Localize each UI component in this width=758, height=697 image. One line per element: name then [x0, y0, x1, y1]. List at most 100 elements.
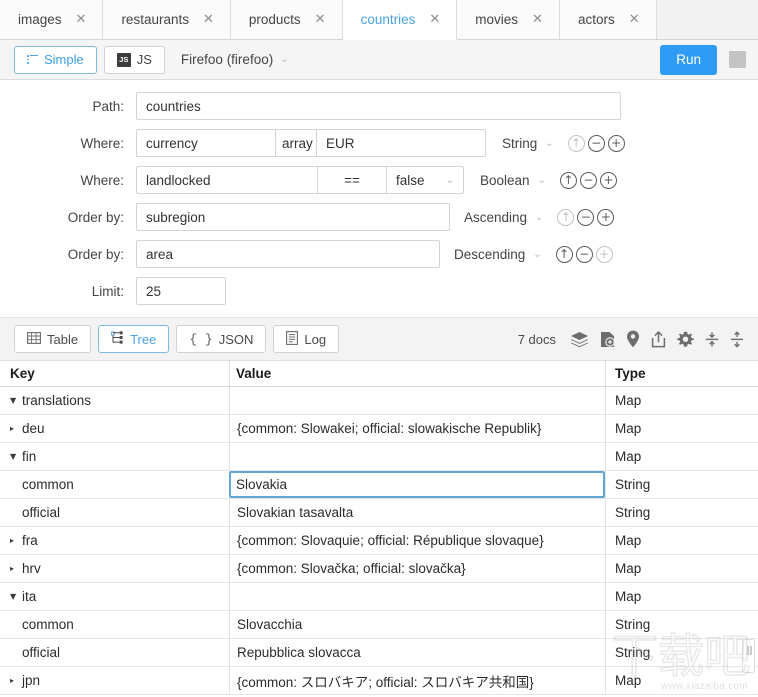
collapse-all-icon[interactable] — [705, 331, 719, 348]
remove-row-button[interactable]: − — [579, 171, 597, 189]
close-icon[interactable]: ✕ — [429, 13, 440, 26]
limit-input[interactable]: 25 — [136, 277, 226, 305]
tree-cell-key[interactable]: ▼ fin — [0, 443, 229, 470]
expand-all-icon[interactable] — [730, 330, 744, 348]
tab-actors[interactable]: actors ✕ — [559, 0, 657, 39]
view-tab-tree[interactable]: Tree — [98, 325, 170, 353]
order-direction-select[interactable]: Ascending ⌄ — [464, 210, 543, 225]
tree-cell-value[interactable]: {common: Slowakei; official: slowakische… — [229, 415, 605, 442]
tab-countries[interactable]: countries ✕ — [342, 0, 458, 40]
view-tab-log[interactable]: Log — [273, 325, 340, 353]
tree-cell-value[interactable]: Slovacchia — [229, 611, 605, 638]
connection-selector[interactable]: Firefoo (firefoo) ⌄ — [181, 52, 289, 67]
remove-row-button[interactable]: − — [587, 134, 605, 152]
chevron-right-icon[interactable]: ▸ — [10, 676, 22, 685]
results-tree-table: Key Value Type ▼ translations Map ▸ deu {comm… — [0, 361, 758, 695]
tree-cell-key[interactable]: common — [0, 471, 229, 498]
tree-cell-key[interactable]: ▸ fra — [0, 527, 229, 554]
add-row-button[interactable]: + — [597, 208, 615, 226]
scrollbar-handle[interactable] — [742, 639, 755, 673]
tab-products[interactable]: products ✕ — [230, 0, 343, 39]
where-value-input[interactable]: EUR — [316, 129, 486, 157]
where-field-input[interactable]: landlocked — [136, 166, 318, 194]
map-pin-icon[interactable] — [626, 330, 640, 348]
tab-images[interactable]: images ✕ — [0, 0, 104, 39]
view-tab-json[interactable]: { } JSON — [176, 325, 267, 353]
move-row-up-button[interactable]: ↑ — [555, 245, 573, 263]
stop-button[interactable] — [729, 51, 746, 68]
chevron-down-icon[interactable]: ▼ — [10, 592, 22, 601]
tree-row[interactable]: ▸ fra {common: Slovaquie; official: Républ… — [0, 527, 758, 555]
tree-cell-key[interactable]: official — [0, 499, 229, 526]
tree-row[interactable]: ▸ hrv {common: Slovačka; official: slovačk… — [0, 555, 758, 583]
mode-js-button[interactable]: JS JS — [103, 45, 165, 74]
move-row-up-button[interactable]: ↑ — [557, 208, 575, 226]
chevron-right-icon[interactable]: ▸ — [10, 424, 22, 433]
tree-row[interactable]: official Slovakian tasavalta String — [0, 499, 758, 527]
add-row-button[interactable]: + — [607, 134, 625, 152]
close-icon[interactable]: ✕ — [315, 13, 326, 26]
tree-cell-key[interactable]: common — [0, 611, 229, 638]
view-tab-table[interactable]: Table — [14, 325, 92, 353]
order-by-input[interactable]: area — [136, 240, 440, 268]
move-row-up-button[interactable]: ↑ — [567, 134, 585, 152]
tree-cell-type: Map — [605, 555, 758, 582]
add-row-button[interactable]: + — [599, 171, 617, 189]
order-by-input[interactable]: subregion — [136, 203, 450, 231]
chevron-right-icon[interactable]: ▸ — [10, 536, 22, 545]
where-field-input[interactable]: currency — [136, 129, 276, 157]
tree-cell-value[interactable]: Slovakia — [229, 471, 605, 498]
close-icon[interactable]: ✕ — [203, 13, 214, 26]
tree-cell-value[interactable] — [229, 387, 605, 414]
tree-cell-value[interactable] — [229, 443, 605, 470]
order-direction-select[interactable]: Descending ⌄ — [454, 247, 542, 262]
where-type-select[interactable]: Boolean ⌄ — [480, 173, 546, 188]
tree-cell-value[interactable] — [229, 583, 605, 610]
tab-restaurants[interactable]: restaurants ✕ — [103, 0, 231, 39]
path-input[interactable]: countries — [136, 92, 621, 120]
tree-cell-key[interactable]: ▼ translations — [0, 387, 229, 414]
close-icon[interactable]: ✕ — [76, 13, 87, 26]
tree-row[interactable]: common Slovacchia String — [0, 611, 758, 639]
move-row-up-button[interactable]: ↑ — [559, 171, 577, 189]
tree-cell-value[interactable]: Slovakian tasavalta — [229, 499, 605, 526]
tree-cell-key[interactable]: ▼ ita — [0, 583, 229, 610]
close-icon[interactable]: ✕ — [532, 13, 543, 26]
remove-row-button[interactable]: − — [575, 245, 593, 263]
view-tab-label: Log — [304, 331, 327, 347]
remove-row-button[interactable]: − — [577, 208, 595, 226]
mode-simple-button[interactable]: Simple — [14, 45, 97, 74]
layers-icon[interactable] — [570, 331, 589, 348]
tree-cell-key[interactable]: official — [0, 639, 229, 666]
where-value-select[interactable]: false ⌄ — [386, 166, 464, 194]
gear-icon[interactable] — [677, 331, 694, 348]
tree-cell-value[interactable]: Repubblica slovacca — [229, 639, 605, 666]
add-row-button[interactable]: + — [595, 245, 613, 263]
tree-row[interactable]: ▼ translations Map — [0, 387, 758, 415]
where-type-select[interactable]: String ⌄ — [502, 136, 554, 151]
run-button[interactable]: Run — [660, 44, 717, 75]
where-operator-select[interactable]: array — [276, 129, 316, 157]
order-direction-label: Descending — [454, 246, 526, 262]
tree-row[interactable]: ▸ jpn {common: スロバキア; official: スロバキア共和国} M… — [0, 667, 758, 695]
tree-cell-value[interactable]: {common: Slovaquie; official: République… — [229, 527, 605, 554]
tree-row[interactable]: official Repubblica slovacca String — [0, 639, 758, 667]
tree-row[interactable]: common Slovakia String — [0, 471, 758, 499]
chevron-down-icon[interactable]: ▼ — [10, 396, 22, 405]
tree-cell-value[interactable]: {common: スロバキア; official: スロバキア共和国} — [229, 667, 605, 694]
tree-cell-key[interactable]: ▸ jpn — [0, 667, 229, 694]
tree-cell-value[interactable]: {common: Slovačka; official: slovačka} — [229, 555, 605, 582]
tree-cell-key[interactable]: ▸ hrv — [0, 555, 229, 582]
tree-row[interactable]: ▸ deu {common: Slowakei; official: slowaki… — [0, 415, 758, 443]
where-operator-select[interactable]: == — [318, 166, 386, 194]
tree-row[interactable]: ▼ ita Map — [0, 583, 758, 611]
tab-movies[interactable]: movies ✕ — [457, 0, 560, 39]
add-document-icon[interactable] — [600, 331, 615, 348]
tree-row[interactable]: ▼ fin Map — [0, 443, 758, 471]
chevron-right-icon[interactable]: ▸ — [10, 564, 22, 573]
table-icon — [27, 331, 41, 347]
chevron-down-icon[interactable]: ▼ — [10, 452, 22, 461]
tree-cell-key[interactable]: ▸ deu — [0, 415, 229, 442]
share-export-icon[interactable] — [651, 330, 666, 348]
close-icon[interactable]: ✕ — [629, 13, 640, 26]
